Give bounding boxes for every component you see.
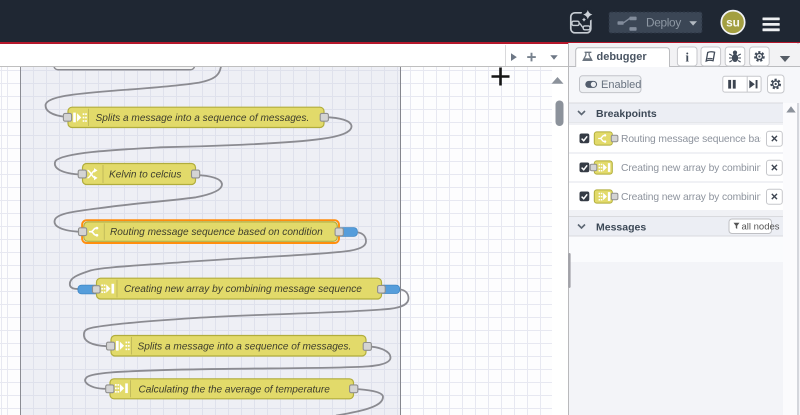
svg-text:Creating new array by combinin: Creating new array by combining — [621, 163, 768, 174]
svg-text:i: i — [685, 51, 689, 65]
svg-text:Deploy: Deploy — [646, 15, 681, 29]
svg-text:su: su — [726, 16, 740, 30]
svg-text:Enabled: Enabled — [601, 79, 641, 91]
svg-text:Breakpoints: Breakpoints — [596, 108, 657, 120]
svg-text:all nodes: all nodes — [742, 222, 780, 233]
svg-text:Routing message sequence bas: Routing message sequence bas — [621, 134, 765, 145]
svg-text:Creating new array by combinin: Creating new array by combining — [621, 192, 768, 203]
svg-text:Messages: Messages — [596, 222, 646, 234]
svg-text:debugger: debugger — [597, 51, 648, 63]
